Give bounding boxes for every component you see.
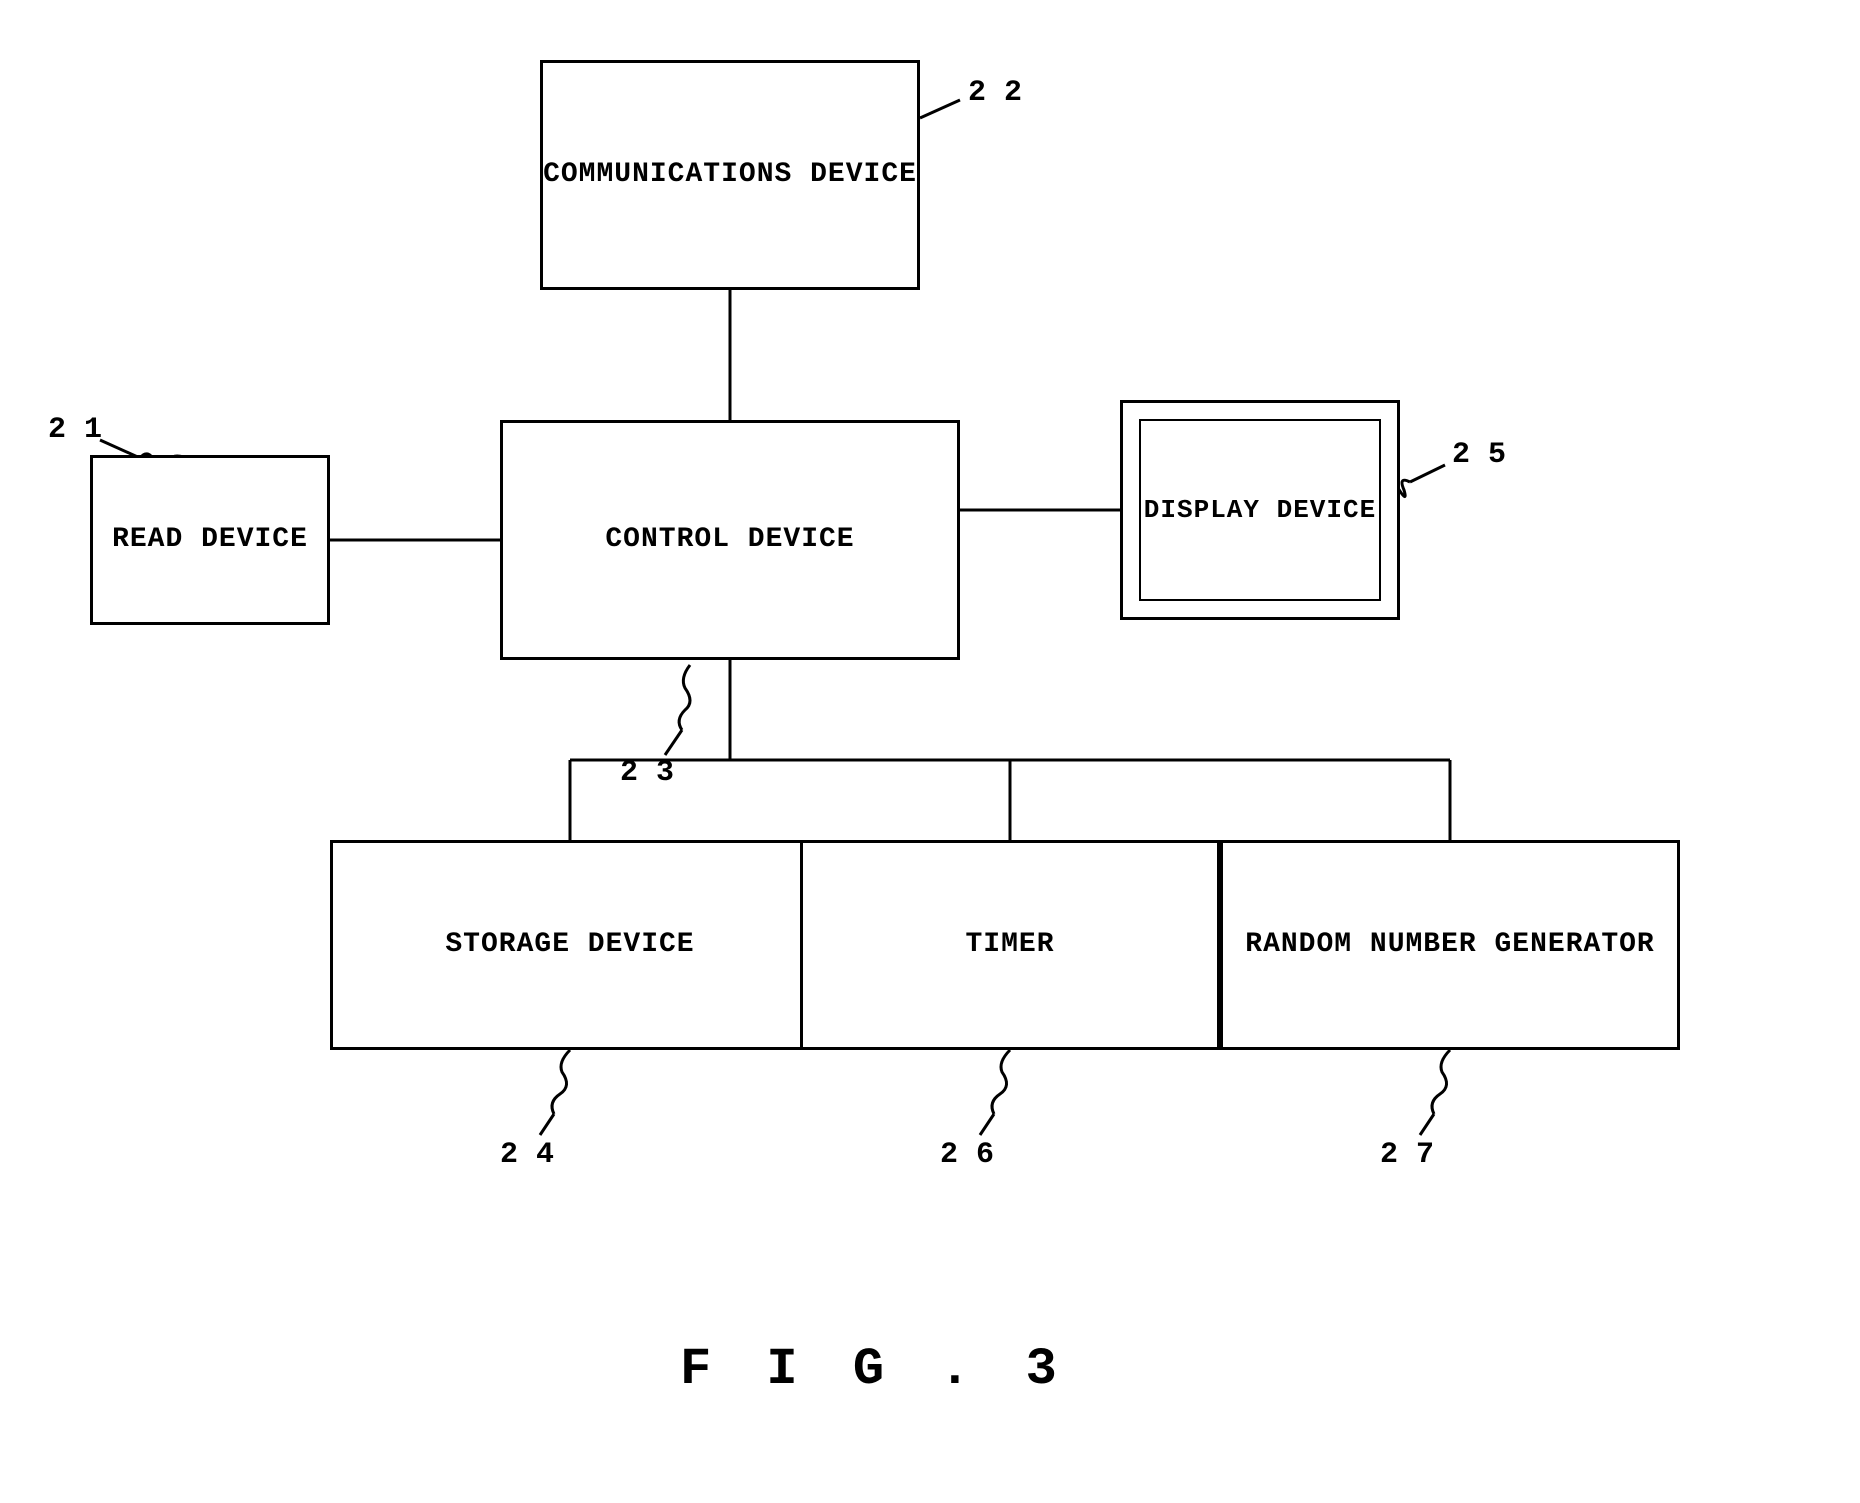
communications-device-label: COMMUNICATIONS DEVICE: [543, 155, 917, 194]
svg-text:2 7: 2 7: [1380, 1138, 1434, 1172]
display-device-inner-box: DISPLAY DEVICE: [1139, 419, 1381, 601]
timer-label: TIMER: [965, 925, 1054, 964]
timer-box: TIMER: [800, 840, 1220, 1050]
control-device-box: CONTROL DEVICE: [500, 420, 960, 660]
diagram: 2 2 2 1 2 3 2 4 2 5 2 6 2 7 COMMUNICATIO…: [0, 0, 1860, 1503]
control-device-label: CONTROL DEVICE: [605, 520, 854, 559]
random-number-generator-label: RANDOM NUMBER GENERATOR: [1245, 925, 1654, 964]
storage-device-box: STORAGE DEVICE: [330, 840, 810, 1050]
svg-text:2 3: 2 3: [620, 756, 674, 790]
display-device-outer-box: DISPLAY DEVICE: [1120, 400, 1400, 620]
svg-text:2 1: 2 1: [48, 413, 102, 447]
display-device-label: DISPLAY DEVICE: [1144, 492, 1376, 528]
svg-text:2 6: 2 6: [940, 1138, 994, 1172]
random-number-generator-box: RANDOM NUMBER GENERATOR: [1220, 840, 1680, 1050]
svg-text:2 2: 2 2: [968, 76, 1022, 110]
read-device-label: READ DEVICE: [112, 520, 308, 559]
connectors: 2 2 2 1 2 3 2 4 2 5 2 6 2 7: [0, 0, 1860, 1503]
communications-device-box: COMMUNICATIONS DEVICE: [540, 60, 920, 290]
read-device-box: READ DEVICE: [90, 455, 330, 625]
svg-text:2 4: 2 4: [500, 1138, 554, 1172]
figure-label: F I G . 3: [680, 1340, 1069, 1399]
storage-device-label: STORAGE DEVICE: [445, 925, 694, 964]
svg-text:2 5: 2 5: [1452, 438, 1506, 472]
